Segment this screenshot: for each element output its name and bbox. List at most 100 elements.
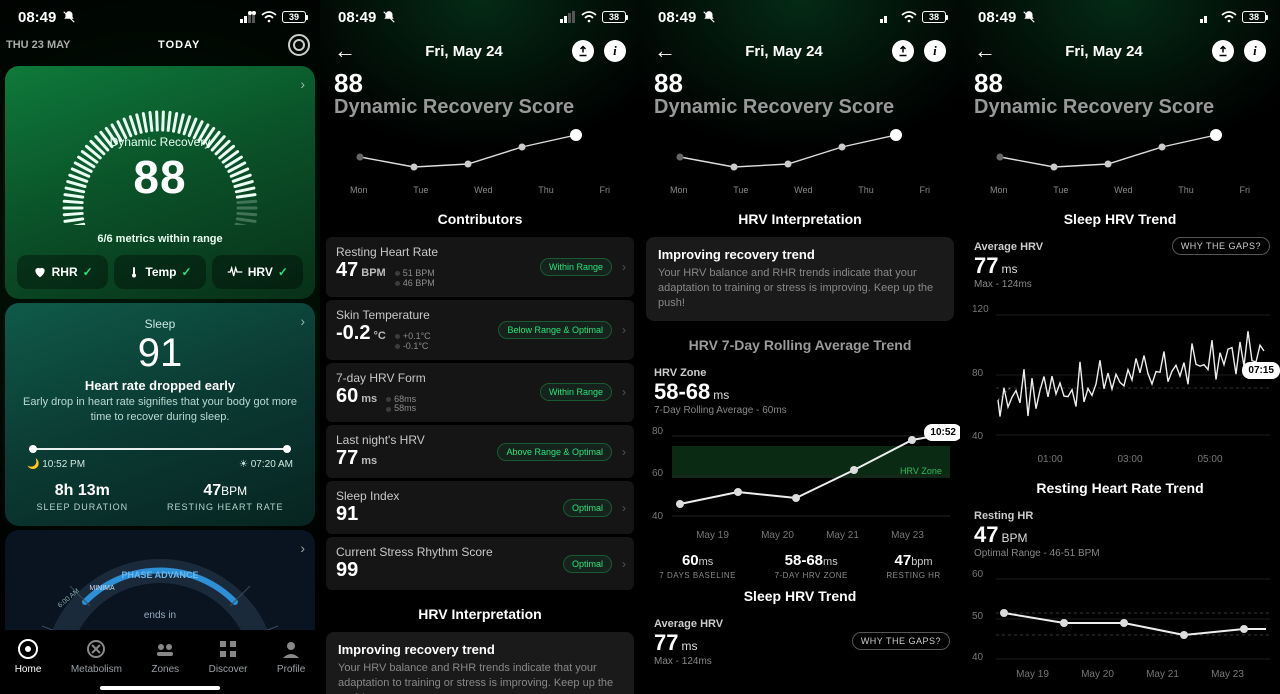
mini-chart-labels: MonTueWedThuFri <box>320 185 640 195</box>
info-button[interactable]: i <box>924 40 946 62</box>
sleep-hrv-trend-title: Sleep HRV Trend <box>960 211 1280 227</box>
time-marker-pill: 10:52 <box>924 424 960 441</box>
check-icon: ✓ <box>278 265 288 279</box>
hrv-zone-label: HRV Zone <box>654 367 946 379</box>
contrib-hrvform[interactable]: 7-day HRV Form 60ms 68ms58ms Within Rang… <box>326 363 634 423</box>
tab-zones[interactable]: Zones <box>151 638 179 675</box>
recovery-gauge: Dynamic Recovery 88 <box>40 80 280 225</box>
status-badge: Below Range & Optimal <box>498 321 612 339</box>
metabolism-icon <box>85 638 107 660</box>
svg-text:MINIMA: MINIMA <box>89 585 115 592</box>
chevron-right-icon: › <box>622 323 626 337</box>
pill-rhr[interactable]: RHR✓ <box>17 255 108 289</box>
sleep-hrv-chart[interactable]: 1208040 07:15 01:0003:0005:00 <box>960 294 1280 464</box>
why-gaps-button[interactable]: WHY THE GAPS? <box>1172 237 1270 255</box>
contrib-stress[interactable]: Current Stress Rhythm Score 99 Optimal › <box>326 537 634 590</box>
recovery-trend-chart <box>960 121 1280 181</box>
hrv-icon <box>227 266 243 278</box>
page-title: Fri, May 24 <box>1065 43 1143 60</box>
share-button[interactable] <box>892 40 914 62</box>
thermometer-icon <box>128 265 140 279</box>
dynamic-recovery-card[interactable]: › <box>5 66 315 299</box>
wifi-icon <box>581 11 597 23</box>
sleep-card[interactable]: › Sleep 91 Heart rate dropped early Earl… <box>5 303 315 526</box>
home-icon <box>17 638 39 660</box>
status-bar: 08:49 38 <box>960 0 1280 34</box>
sleep-hrv-trend-title: Sleep HRV Trend <box>640 588 960 604</box>
wifi-icon <box>1221 11 1237 23</box>
recovery-trend-chart <box>320 121 640 181</box>
hrv7-chart[interactable]: 806040 HRV Zone 10:52 May 19May 20May 21… <box>640 420 960 540</box>
tab-discover[interactable]: Discover <box>209 638 248 675</box>
today-label: TODAY <box>158 39 200 51</box>
bell-off-icon <box>1022 10 1036 24</box>
home-indicator[interactable] <box>100 686 220 690</box>
summary-row: 60ms7 DAYS BASELINE 58-68ms7-DAY HRV ZON… <box>640 552 960 580</box>
interpretation-card: Improving recovery trendYour HRV balance… <box>646 237 954 321</box>
share-button[interactable] <box>572 40 594 62</box>
gauge-title: Dynamic Recovery <box>40 135 280 149</box>
rhr-trend-chart[interactable]: 605040 May 19May 20May 21May 23 <box>960 563 1280 683</box>
screen-sleep-rhr-trends: 08:49 38 ← Fri, May 24 i 88 Dynamic Reco… <box>960 0 1280 694</box>
info-button[interactable]: i <box>1244 40 1266 62</box>
status-badge: Above Range & Optimal <box>497 443 612 461</box>
grid-icon <box>217 638 239 660</box>
pill-hrv[interactable]: HRV✓ <box>212 255 303 289</box>
signal-icon <box>880 11 896 23</box>
sleep-timeline <box>29 443 291 455</box>
hrv-interp-title: HRV Interpretation <box>640 211 960 227</box>
back-button[interactable]: ← <box>974 38 996 64</box>
svg-text:ends in: ends in <box>144 610 176 621</box>
time-marker-end: 07:15 <box>1242 362 1280 379</box>
tab-home[interactable]: Home <box>15 638 42 675</box>
sleep-start-time: 🌙 10:52 PM <box>27 459 85 470</box>
drs-score: 88 <box>334 70 626 96</box>
status-bar: 08:49 38 <box>320 0 640 34</box>
pill-temp[interactable]: Temp✓ <box>114 255 205 289</box>
drs-score: 88 <box>974 70 1266 96</box>
hrv-interp-title: HRV Interpretation <box>320 606 640 622</box>
page-title: Fri, May 24 <box>745 43 823 60</box>
screen-home: 08:49 39 THU 23 MAY TODAY › <box>0 0 320 694</box>
contrib-temp[interactable]: Skin Temperature -0.2°C +0.1°C-0.1°C Bel… <box>326 300 634 360</box>
tab-metabolism[interactable]: Metabolism <box>71 638 122 675</box>
metrics-note: 6/6 metrics within range <box>17 233 303 245</box>
bell-off-icon <box>702 10 716 24</box>
current-date: THU 23 MAY <box>6 39 70 51</box>
contrib-lastnight-hrv[interactable]: Last night's HRV 77ms Above Range & Opti… <box>326 425 634 478</box>
check-icon: ✓ <box>182 265 192 279</box>
tab-profile[interactable]: Profile <box>277 638 305 675</box>
chevron-right-icon: › <box>300 540 305 556</box>
sleep-rhr-stat: 47BPM RESTING HEART RATE <box>167 482 284 512</box>
sleep-score: 91 <box>17 331 303 376</box>
gauge-value: 88 <box>40 150 280 204</box>
zones-icon <box>154 638 176 660</box>
hrv7-title: HRV 7-Day Rolling Average Trend <box>640 337 960 353</box>
heart-icon <box>33 265 47 279</box>
wifi-icon <box>901 11 917 23</box>
hrv7-subtitle: 7-Day Rolling Average - 60ms <box>654 405 946 416</box>
status-badge: Optimal <box>563 499 612 517</box>
why-gaps-button[interactable]: WHY THE GAPS? <box>852 632 950 650</box>
target-icon[interactable] <box>288 34 310 56</box>
contrib-rhr[interactable]: Resting Heart Rate 47BPM 51 BPM46 BPM Wi… <box>326 237 634 297</box>
contrib-sleep-index[interactable]: Sleep Index 91 Optimal › <box>326 481 634 534</box>
chevron-right-icon: › <box>622 445 626 459</box>
bell-off-icon <box>382 10 396 24</box>
recovery-trend-chart <box>640 121 960 181</box>
back-button[interactable]: ← <box>334 38 356 64</box>
chevron-right-icon: › <box>300 313 305 329</box>
sleep-end-time: ☀ 07:20 AM <box>239 459 293 470</box>
chevron-right-icon: › <box>622 501 626 515</box>
svg-text:PHASE ADVANCE: PHASE ADVANCE <box>121 570 198 580</box>
chevron-right-icon: › <box>622 385 626 399</box>
info-button[interactable]: i <box>604 40 626 62</box>
battery-icon: 38 <box>922 11 946 23</box>
status-time: 08:49 <box>18 9 56 26</box>
sleep-title: Sleep <box>17 317 303 331</box>
share-button[interactable] <box>1212 40 1234 62</box>
check-icon: ✓ <box>83 265 93 279</box>
back-button[interactable]: ← <box>654 38 676 64</box>
battery-icon: 39 <box>282 11 306 23</box>
contributors-title: Contributors <box>320 211 640 227</box>
